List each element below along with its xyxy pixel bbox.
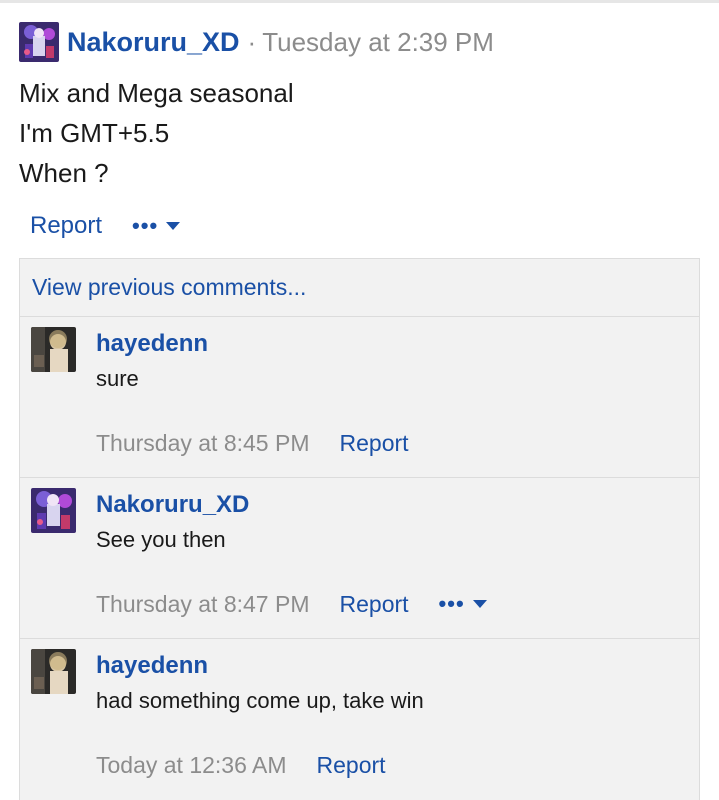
post-line: When ? — [19, 158, 109, 188]
comment-more-menu-button[interactable]: ••• — [439, 593, 487, 615]
comment-footer: Thursday at 8:45 PM Report — [96, 425, 409, 461]
comment-author[interactable]: Nakoruru_XD — [96, 491, 249, 519]
comments-section: View previous comments... hayedenn sure … — [19, 258, 700, 800]
comment-report-link[interactable]: Report — [340, 430, 409, 457]
comment-timestamp[interactable]: Today at 12:36 AM — [96, 752, 287, 779]
separator-dot: · — [247, 26, 257, 57]
comment-footer: Today at 12:36 AM Report — [96, 747, 386, 783]
commenter-avatar[interactable] — [31, 649, 76, 694]
post-timestamp[interactable]: Tuesday at 2:39 PM — [262, 27, 494, 58]
report-link[interactable]: Report — [30, 212, 102, 240]
comment-author[interactable]: hayedenn — [96, 330, 208, 358]
avatar-nakoruru-image — [31, 488, 76, 533]
comment-report-link[interactable]: Report — [317, 752, 386, 779]
caret-down-icon — [472, 600, 487, 608]
comment-report-link[interactable]: Report — [340, 591, 409, 618]
comment-footer: Thursday at 8:47 PM Report ••• — [96, 586, 487, 622]
comment-timestamp[interactable]: Thursday at 8:47 PM — [96, 591, 310, 618]
more-menu-button[interactable]: ••• — [132, 213, 181, 238]
post-header: Nakoruru_XD · Tuesday at 2:39 PM — [19, 21, 494, 63]
avatar-hayedenn-image — [31, 327, 76, 372]
caret-down-icon — [166, 222, 181, 230]
post-body: Mix and Mega seasonal I'm GMT+5.5 When ? — [19, 73, 294, 193]
comment-text: See you then — [96, 527, 226, 552]
author-avatar[interactable] — [19, 22, 59, 62]
view-previous-comments-link[interactable]: View previous comments... — [32, 274, 306, 301]
top-divider — [0, 0, 719, 3]
avatar-hayedenn-image — [31, 649, 76, 694]
post-actions: Report ••• — [30, 206, 181, 246]
post-author-name[interactable]: Nakoruru_XD — [67, 27, 240, 58]
avatar-nakoruru-image — [19, 22, 59, 62]
comment-item: hayedenn had something come up, take win… — [20, 639, 699, 800]
post-line: Mix and Mega seasonal — [19, 78, 294, 108]
comment-item: hayedenn sure Thursday at 8:45 PM Report — [20, 317, 699, 478]
comment-timestamp[interactable]: Thursday at 8:45 PM — [96, 430, 310, 457]
more-dots-icon: ••• — [132, 213, 159, 238]
comment-author[interactable]: hayedenn — [96, 652, 208, 680]
post-line: I'm GMT+5.5 — [19, 118, 170, 148]
comment-text: sure — [96, 366, 139, 391]
commenter-avatar[interactable] — [31, 488, 76, 533]
more-dots-icon: ••• — [438, 591, 465, 616]
view-previous-row: View previous comments... — [20, 259, 699, 317]
commenter-avatar[interactable] — [31, 327, 76, 372]
comment-item: Nakoruru_XD See you then Thursday at 8:4… — [20, 478, 699, 639]
comment-text: had something come up, take win — [96, 688, 424, 713]
